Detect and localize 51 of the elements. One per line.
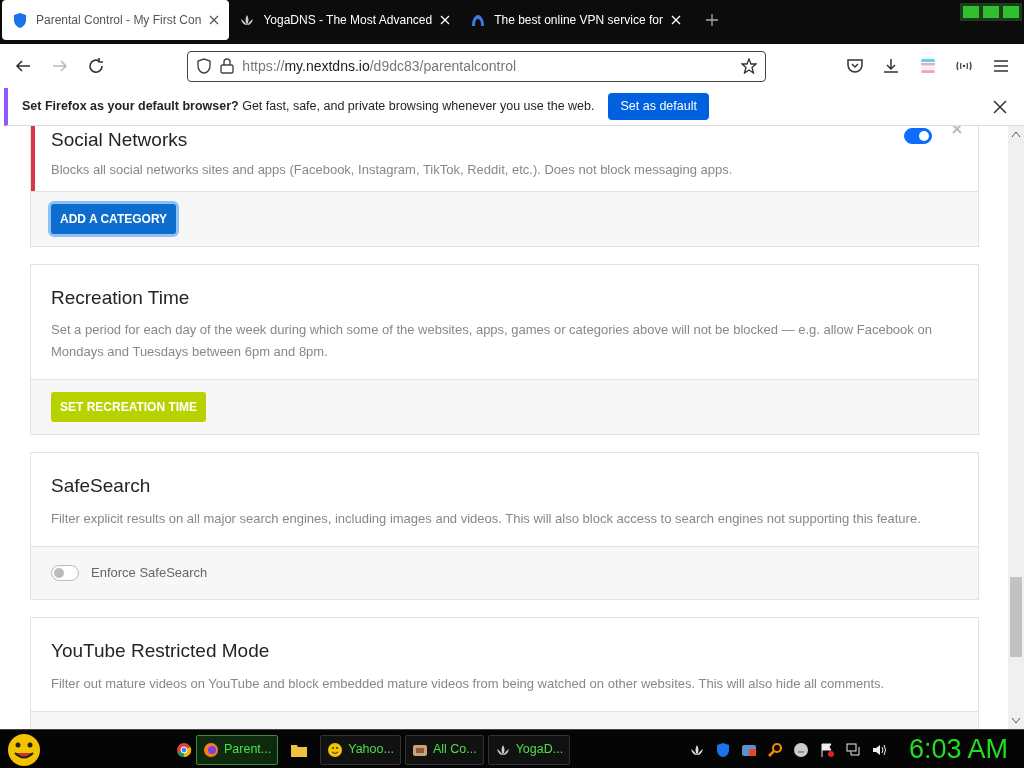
toggle-switch[interactable] [904, 128, 932, 144]
section-title: YouTube Restricted Mode [51, 640, 271, 663]
magnifier-icon[interactable] [766, 741, 783, 758]
browser-tab[interactable]: Parental Control - My First Con [2, 0, 230, 40]
clock-text: 6:03 AM [908, 733, 1008, 767]
window-controls-icon [960, 3, 1022, 21]
section-description: Set a period for each day of the week during which some of the websites, apps, games or categories above will not be blocked — e.g. allow Facebook on Mondays and Tuesdays between 6pm and 8pm. [51, 321, 933, 362]
smiley-icon [327, 741, 344, 758]
taskbar-button[interactable]: Parent... [196, 734, 279, 765]
browser-icon[interactable] [176, 741, 192, 758]
category-description: Blocks all social networks sites and apps (Facebook, Instagram, TikTok, Reddit, etc.). Does not block messaging apps. [51, 160, 734, 179]
account-icon [918, 57, 937, 75]
flag-icon[interactable] [818, 741, 835, 758]
pocket-icon [846, 57, 864, 75]
scroll-down-icon[interactable] [1011, 717, 1021, 725]
browser-tab[interactable]: YogaDNS - The Most Advanced [229, 0, 461, 40]
taskbar-button[interactable]: Yahoo... [320, 734, 401, 765]
shield-icon [12, 12, 28, 28]
browser-tab[interactable]: The best online VPN service for [460, 0, 691, 40]
new-tab-icon[interactable] [704, 13, 719, 27]
shield-icon[interactable] [714, 741, 731, 758]
close-icon[interactable] [993, 99, 1007, 114]
shield-icon [196, 58, 213, 74]
section-title: Recreation Time [51, 286, 191, 310]
scrollbar[interactable] [1008, 126, 1024, 729]
section-title: SafeSearch [51, 475, 152, 499]
taskbar-button[interactable]: YogaD... [487, 734, 571, 765]
set-default-button[interactable]: Set as default [608, 93, 709, 120]
toggle-switch[interactable] [51, 565, 79, 582]
lock-icon [220, 58, 235, 74]
start-smiley-icon[interactable] [6, 731, 42, 768]
arch-icon [470, 12, 487, 28]
network-icon[interactable] [844, 741, 861, 758]
notification-message: Set Firefox as your default browser? Get fast, safe, and private browsing whenever you use the web. [22, 98, 595, 116]
scroll-up-icon[interactable] [1011, 130, 1021, 138]
toggle-label: Enforce SafeSearch [91, 564, 208, 583]
category-title: Social Networks [51, 128, 188, 152]
taskbar-button[interactable]: All Co... [404, 734, 484, 765]
section-description: Filter explicit results on all major search engines, including images and videos. This will also block access to search engines not supporting this feature. [51, 510, 922, 529]
smiley-icon[interactable] [792, 741, 809, 758]
scroll-thumb[interactable] [1010, 577, 1022, 657]
firefox-icon [203, 741, 219, 758]
section-description: Filter out mature videos on YouTube and block embedded mature videos from being watched on other websites. This will also hide all comments. [51, 674, 886, 693]
url-text: https://my.nextdns.io/d9dc83/parentalcontrol [242, 56, 518, 76]
download-icon [882, 57, 901, 75]
address-bar[interactable]: https://my.nextdns.io/d9dc83/parentalcontrol [187, 50, 766, 82]
reload-icon [87, 57, 106, 75]
menu-icon [991, 57, 1010, 75]
star-icon[interactable] [740, 58, 757, 74]
add-category-button[interactable]: ADD A CATEGORY [51, 203, 177, 234]
close-icon[interactable] [209, 15, 220, 25]
